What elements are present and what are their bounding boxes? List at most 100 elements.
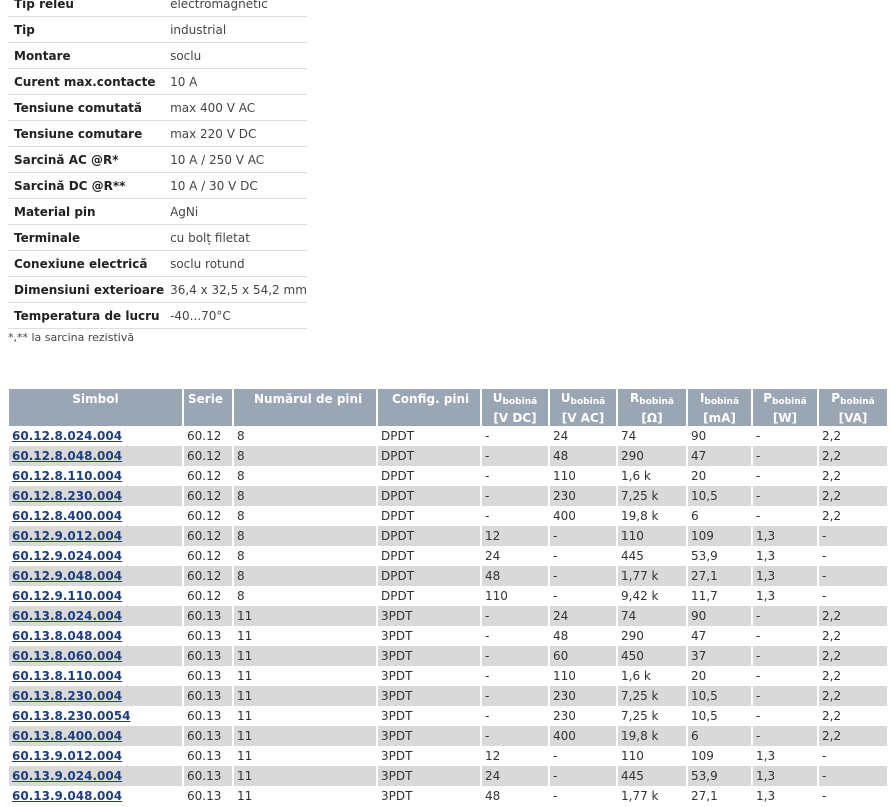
product-link[interactable]: 60.12.8.230.004 [12, 489, 122, 503]
cell-config: DPDT [377, 546, 482, 566]
cell-r: 19,8 k [617, 726, 688, 746]
u-ac-main: U [560, 391, 571, 405]
cell-serie: 60.12 [183, 466, 234, 486]
r-sub: bobină [639, 397, 674, 407]
cell-u-dc: 12 [481, 746, 550, 766]
table-row: 60.13.8.048.004 60.13 11 3PDT -48 290 47-2,2 [9, 626, 889, 646]
col-pini[interactable]: Numărul de pini [233, 389, 378, 409]
spec-row: Curent max.contacte 10 A [8, 68, 307, 95]
cell-config: 3PDT [377, 726, 482, 746]
cell-simbol: 60.12.8.048.004 [9, 446, 184, 466]
cell-serie: 60.12 [183, 486, 234, 506]
product-link[interactable]: 60.13.8.048.004 [12, 629, 122, 643]
cell-pini: 11 [233, 726, 378, 746]
cell-config: DPDT [377, 506, 482, 526]
spec-label: Sarcină DC @R** [8, 172, 165, 199]
product-link[interactable]: 60.13.9.012.004 [12, 749, 122, 763]
table-row: 60.13.8.230.0054 60.13 11 3PDT -230 7,25 k 10,… [9, 706, 889, 726]
product-link[interactable]: 60.13.8.400.004 [12, 729, 122, 743]
cell-config: 3PDT [377, 666, 482, 686]
unit-i: [mA] [687, 409, 753, 426]
cell-r: 445 [617, 546, 688, 566]
cell-serie: 60.12 [183, 546, 234, 566]
cell-r: 110 [617, 746, 688, 766]
cell-r: 7,25 k [617, 686, 688, 706]
cell-config: DPDT [377, 486, 482, 506]
cell-i: 37 [687, 646, 753, 666]
cell-serie: 60.13 [183, 686, 234, 706]
col-config[interactable]: Config. pini [377, 389, 482, 409]
cell-serie: 60.12 [183, 526, 234, 546]
cell-serie: 60.13 [183, 786, 234, 806]
cell-pini: 8 [233, 446, 378, 466]
product-link[interactable]: 60.13.9.048.004 [12, 789, 122, 803]
cell-simbol: 60.13.8.060.004 [9, 646, 184, 666]
cell-p-w: - [752, 646, 819, 666]
cell-serie: 60.12 [183, 586, 234, 606]
cell-p-va: 2,2 [818, 726, 889, 746]
col-u-ac[interactable]: Ubobină [549, 389, 618, 409]
product-link[interactable]: 60.13.8.060.004 [12, 649, 122, 663]
cell-pini: 8 [233, 506, 378, 526]
table-row: 60.13.9.048.004 60.13 11 3PDT 48-1,77 k 27,1 1… [9, 786, 889, 806]
cell-config: 3PDT [377, 606, 482, 626]
specs-body: Tip releu electromagnetic Tip industrial Mon… [8, 0, 307, 329]
spec-value: cu bolț filetat [164, 224, 307, 251]
cell-pini: 11 [233, 686, 378, 706]
cell-u-dc: 110 [481, 586, 550, 606]
specs-table: Tip releu electromagnetic Tip industrial Mon… [8, 0, 307, 329]
col-p-va[interactable]: Pbobină [818, 389, 889, 409]
cell-pini: 11 [233, 746, 378, 766]
product-link[interactable]: 60.13.8.110.004 [12, 669, 122, 683]
product-link[interactable]: 60.12.8.024.004 [12, 429, 122, 443]
cell-u-dc: - [481, 646, 550, 666]
product-link[interactable]: 60.12.8.110.004 [12, 469, 122, 483]
cell-u-ac: 230 [549, 686, 618, 706]
product-link[interactable]: 60.12.9.048.004 [12, 569, 122, 583]
cell-simbol: 60.12.8.230.004 [9, 486, 184, 506]
spec-value: max 220 V DC [164, 120, 307, 147]
cell-u-ac: 48 [549, 626, 618, 646]
unit-p-w: [W] [752, 409, 819, 426]
product-link[interactable]: 60.12.8.400.004 [12, 509, 122, 523]
cell-p-w: - [752, 446, 819, 466]
cell-u-ac: - [549, 766, 618, 786]
col-serie[interactable]: Serie [183, 389, 234, 409]
cell-u-dc: - [481, 486, 550, 506]
product-link[interactable]: 60.13.9.024.004 [12, 769, 122, 783]
product-link[interactable]: 60.12.8.048.004 [12, 449, 122, 463]
product-link[interactable]: 60.12.9.110.004 [12, 589, 122, 603]
spec-row: Tensiune comutare max 220 V DC [8, 120, 307, 147]
cell-i: 90 [687, 426, 753, 446]
cell-r: 7,25 k [617, 486, 688, 506]
cell-u-ac: 230 [549, 706, 618, 726]
col-r[interactable]: Rbobină [617, 389, 688, 409]
product-link[interactable]: 60.13.8.024.004 [12, 609, 122, 623]
table-row: 60.12.8.024.004 60.12 8 DPDT -24 74 90-2,2 [9, 426, 889, 446]
cell-u-ac: 400 [549, 726, 618, 746]
table-row: 60.12.9.048.004 60.12 8 DPDT 48-1,77 k 27,1 1,… [9, 566, 889, 586]
table-row: 60.12.9.110.004 60.12 8 DPDT 110-9,42 k 11,7 1… [9, 586, 889, 606]
product-link[interactable]: 60.13.8.230.0054 [12, 709, 130, 723]
product-link[interactable]: 60.12.9.012.004 [12, 529, 122, 543]
col-u-dc[interactable]: Ubobină [481, 389, 550, 409]
spec-value: 10 A [164, 68, 307, 95]
cell-r: 1,6 k [617, 466, 688, 486]
cell-u-dc: - [481, 706, 550, 726]
table-row: 60.13.8.060.004 60.13 11 3PDT -60 450 37-2,2 [9, 646, 889, 666]
cell-p-va: 2,2 [818, 666, 889, 686]
cell-i: 20 [687, 666, 753, 686]
cell-pini: 8 [233, 566, 378, 586]
cell-simbol: 60.13.8.024.004 [9, 606, 184, 626]
product-link[interactable]: 60.12.9.024.004 [12, 549, 122, 563]
col-p-w[interactable]: Pbobină [752, 389, 819, 409]
table-row: 60.13.8.110.004 60.13 11 3PDT -110 1,6 k 20-2,… [9, 666, 889, 686]
cell-i: 10,5 [687, 706, 753, 726]
col-i[interactable]: Ibobină [687, 389, 753, 409]
col-simbol[interactable]: Simbol [9, 389, 184, 409]
cell-simbol: 60.13.8.230.0054 [9, 706, 184, 726]
cell-pini: 8 [233, 526, 378, 546]
product-link[interactable]: 60.13.8.230.004 [12, 689, 122, 703]
cell-config: 3PDT [377, 746, 482, 766]
spec-label: Tensiune comutată [8, 94, 165, 121]
